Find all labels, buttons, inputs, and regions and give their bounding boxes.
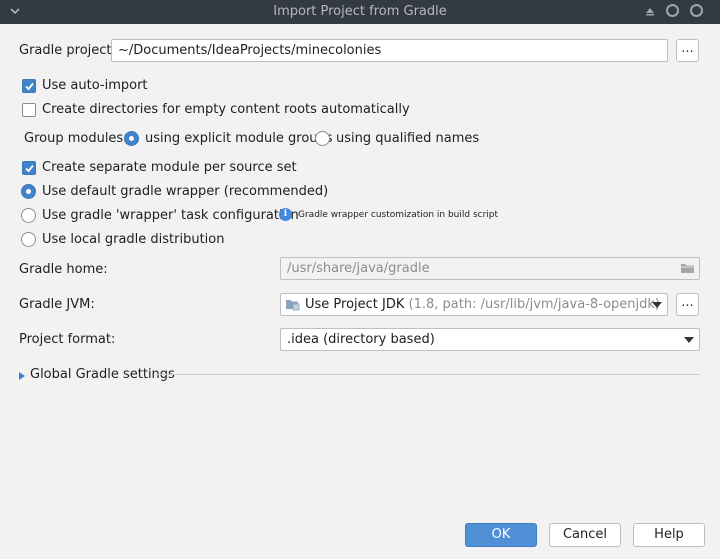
gradle-home-label: Gradle home: — [19, 262, 108, 277]
gradle-project-input[interactable]: ~/Documents/IdeaProjects/minecolonies — [111, 39, 668, 62]
minimize-icon[interactable] — [666, 4, 680, 18]
help-button[interactable]: Help — [633, 523, 705, 547]
group-modules-label: Group modules: — [24, 131, 128, 146]
local-gradle-radio[interactable] — [21, 232, 36, 247]
gradle-jvm-label: Gradle JVM: — [19, 297, 95, 312]
group-modules-explicit-label: using explicit module groups — [145, 131, 333, 146]
keep-above-icon[interactable] — [643, 4, 657, 18]
cancel-button[interactable]: Cancel — [549, 523, 621, 547]
project-format-dropdown-arrow-icon[interactable] — [684, 337, 694, 343]
group-modules-explicit-radio[interactable] — [124, 131, 139, 146]
gradle-jvm-detail: (1.8, path: /usr/lib/jvm/java-8-openjdk) — [404, 297, 660, 312]
gradle-project-browse-button[interactable]: ... — [676, 39, 699, 62]
wrapper-hint: Gradle wrapper customization in build sc… — [298, 210, 499, 220]
wrapper-task-label: Use gradle 'wrapper' task configuration — [42, 208, 299, 223]
wrapper-task-radio[interactable] — [21, 208, 36, 223]
separate-module-checkbox[interactable] — [22, 161, 36, 175]
section-divider — [156, 374, 700, 375]
gradle-jvm-browse-button[interactable]: ... — [676, 293, 699, 316]
jdk-folder-icon — [286, 298, 300, 315]
use-auto-import-label: Use auto-import — [42, 78, 148, 93]
default-wrapper-radio[interactable] — [21, 184, 36, 199]
group-modules-qualified-label: using qualified names — [336, 131, 480, 146]
info-icon: i — [279, 208, 292, 221]
gradle-home-input: /usr/share/java/gradle — [280, 257, 700, 280]
project-format-label: Project format: — [19, 332, 116, 347]
gradle-jvm-dropdown-arrow-icon[interactable] — [652, 302, 662, 308]
gradle-jvm-value: Use Project JDK — [305, 297, 405, 312]
separate-module-label: Create separate module per source set — [42, 160, 297, 175]
expand-triangle-icon[interactable] — [19, 369, 25, 384]
global-gradle-settings-toggle[interactable]: Global Gradle settings — [30, 367, 175, 382]
create-directories-label: Create directories for empty content roo… — [42, 102, 410, 117]
window-title: Import Project from Gradle — [273, 4, 447, 19]
group-modules-qualified-radio[interactable] — [315, 131, 330, 146]
use-auto-import-checkbox[interactable] — [22, 79, 36, 93]
project-format-select[interactable]: .idea (directory based) — [280, 328, 700, 351]
create-directories-checkbox[interactable] — [22, 103, 36, 117]
maximize-icon[interactable] — [690, 4, 704, 18]
gradle-project-label: Gradle project: — [19, 43, 116, 58]
window-titlebar: Import Project from Gradle — [0, 0, 720, 24]
default-wrapper-label: Use default gradle wrapper (recommended) — [42, 184, 329, 199]
gradle-jvm-select[interactable]: Use Project JDK (1.8, path: /usr/lib/jvm… — [280, 293, 668, 316]
folder-icon — [680, 262, 695, 278]
local-gradle-label: Use local gradle distribution — [42, 232, 225, 247]
ok-button[interactable]: OK — [465, 523, 537, 547]
